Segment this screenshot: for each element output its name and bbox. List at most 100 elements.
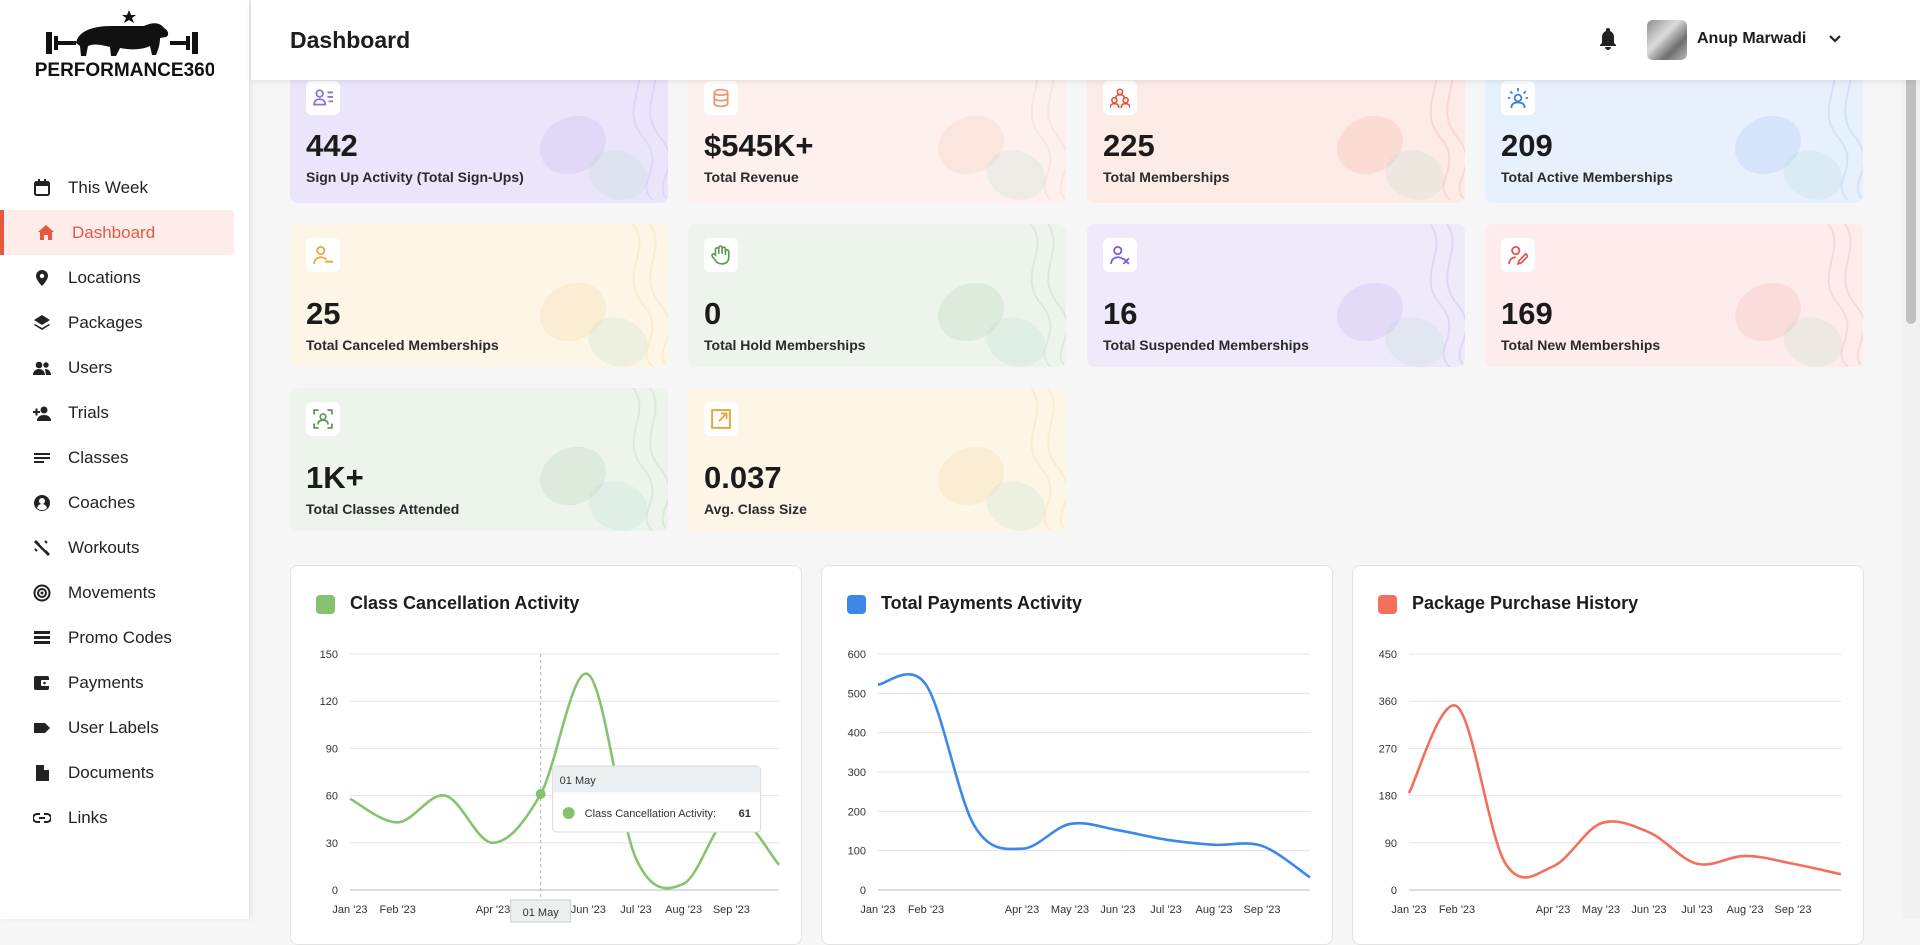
y-tick-label: 450 <box>1379 649 1397 661</box>
sidebar-item-label: Promo Codes <box>68 627 172 647</box>
scrollbar-thumb[interactable] <box>1906 62 1916 324</box>
sidebar-item-classes[interactable]: Classes <box>0 435 250 480</box>
chart-panel: Package Purchase History 0 90 180 270 360 450 J… <box>1352 565 1864 945</box>
stat-card[interactable]: 0 Total Hold Memberships <box>688 224 1066 367</box>
card-decoration <box>539 388 668 531</box>
sidebar-item-links[interactable]: Links <box>0 795 250 840</box>
performance360-logo[interactable]: PERFORMANCE360 <box>36 10 214 80</box>
card-decoration <box>937 388 1066 531</box>
y-tick-label: 60 <box>326 791 338 803</box>
scan-user-icon <box>306 402 340 436</box>
chart-panel: Total Payments Activity 0 100 200 300 400 500 6… <box>821 565 1333 945</box>
y-tick-label: 30 <box>326 838 338 850</box>
chart-plot[interactable]: 0 30 60 90 120 150 Jan '23 Feb '23 Apr '23 Jun '2… <box>291 566 802 945</box>
sidebar-item-label: Users <box>68 357 113 377</box>
x-tick-label: Jul '23 <box>1681 904 1712 916</box>
user-minus-icon <box>306 238 340 272</box>
x-tick-label: Apr '23 <box>1005 904 1040 916</box>
sidebar-item-dashboard[interactable]: Dashboard <box>0 210 234 255</box>
label-icon <box>33 719 51 737</box>
x-tick-label: Apr '23 <box>1536 904 1571 916</box>
calendar-icon <box>33 178 51 197</box>
sidebar-item-label: Locations <box>68 267 141 287</box>
stat-value: 225 <box>1103 128 1155 163</box>
active-user-icon <box>1501 81 1535 115</box>
user-avatar[interactable] <box>1647 20 1687 60</box>
y-tick-label: 600 <box>848 649 866 661</box>
sidebar-item-trials[interactable]: Trials <box>0 390 250 435</box>
tooltip-value: 61 <box>739 808 751 820</box>
x-tick-label: May '23 <box>1051 904 1089 916</box>
link-icon <box>33 809 51 827</box>
x-tick-label: Feb '23 <box>1439 904 1475 916</box>
y-tick-label: 90 <box>326 743 338 755</box>
sidebar-item-locations[interactable]: Locations <box>0 255 250 300</box>
highlighted-point[interactable] <box>535 789 546 800</box>
sidebar-item-user-labels[interactable]: User Labels <box>0 705 250 750</box>
x-tick-label: Sep '23 <box>1775 904 1812 916</box>
dumbbell-icon <box>33 539 51 557</box>
sidebar-nav: This Week Dashboard Locations Packages Users… <box>0 165 250 840</box>
stat-value: 169 <box>1501 296 1553 331</box>
stat-label: Total New Memberships <box>1501 337 1661 353</box>
stat-card[interactable]: 1K+ Total Classes Attended <box>290 388 668 531</box>
user-name[interactable]: Anup Marwadi <box>1697 30 1806 48</box>
coins-icon <box>704 81 738 115</box>
stat-label: Total Suspended Memberships <box>1103 337 1309 353</box>
layers-icon <box>33 314 51 332</box>
tooltip-date: 01 May <box>560 775 597 787</box>
stat-card[interactable]: 169 Total New Memberships <box>1485 224 1863 367</box>
sidebar-item-label: Links <box>68 807 108 827</box>
wallet-icon <box>33 674 51 692</box>
chart-plot[interactable]: 0 90 180 270 360 450 Jan '23 Feb '23 Apr '23 May … <box>1353 566 1864 945</box>
y-tick-label: 120 <box>320 696 338 708</box>
sidebar-item-workouts[interactable]: Workouts <box>0 525 250 570</box>
home-icon <box>37 224 55 242</box>
sidebar-item-this-week[interactable]: This Week <box>0 165 250 210</box>
list-icon <box>33 449 51 467</box>
x-tick-label: Aug '23 <box>1727 904 1764 916</box>
sidebar-item-label: User Labels <box>68 717 159 737</box>
y-tick-label: 360 <box>1379 696 1397 708</box>
sidebar-item-label: Workouts <box>68 537 140 557</box>
sidebar-item-users[interactable]: Users <box>0 345 250 390</box>
notification-bell-icon[interactable] <box>1599 28 1617 50</box>
y-tick-label: 500 <box>848 688 866 700</box>
sidebar-item-label: Trials <box>68 402 109 422</box>
stat-card[interactable]: 16 Total Suspended Memberships <box>1087 224 1465 367</box>
user-edit-icon <box>1501 238 1535 272</box>
x-tick-label: Jun '23 <box>571 904 606 916</box>
chevron-down-icon[interactable] <box>1828 32 1842 46</box>
sidebar-item-payments[interactable]: Payments <box>0 660 250 705</box>
series-line[interactable] <box>877 672 1311 879</box>
document-icon <box>33 764 51 782</box>
group-icon <box>1103 81 1137 115</box>
series-line[interactable] <box>1407 704 1842 879</box>
stat-card[interactable]: 0.037 Avg. Class Size <box>688 388 1066 531</box>
sidebar-item-packages[interactable]: Packages <box>0 300 250 345</box>
sidebar-item-movements[interactable]: Movements <box>0 570 250 615</box>
stat-card[interactable]: 25 Total Canceled Memberships <box>290 224 668 367</box>
stat-label: Total Classes Attended <box>306 501 460 517</box>
sidebar-item-documents[interactable]: Documents <box>0 750 250 795</box>
x-tick-label: Jan '23 <box>860 904 895 916</box>
stat-label: Total Active Memberships <box>1501 169 1673 185</box>
sidebar-item-promo-codes[interactable]: Promo Codes <box>0 615 250 660</box>
y-tick-label: 270 <box>1379 743 1397 755</box>
x-tick-label: Jan '23 <box>1391 904 1426 916</box>
sidebar-item-label: Payments <box>68 672 144 692</box>
stat-value: 209 <box>1501 128 1553 163</box>
expand-icon <box>704 402 738 436</box>
x-tick-label: May '23 <box>1582 904 1620 916</box>
y-tick-label: 0 <box>1391 885 1397 897</box>
stat-value: $545K+ <box>704 128 814 163</box>
sidebar: PERFORMANCE360 This Week Dashboard Locatio… <box>0 0 250 919</box>
stat-value: 25 <box>306 296 341 331</box>
y-tick-label: 400 <box>848 728 866 740</box>
x-tick-label: Jun '23 <box>1100 904 1135 916</box>
y-tick-label: 0 <box>860 885 866 897</box>
chart-plot[interactable]: 0 100 200 300 400 500 600 Jan '23 Feb '23 Apr '23… <box>822 566 1333 945</box>
sidebar-item-coaches[interactable]: Coaches <box>0 480 250 525</box>
user-list-icon <box>306 81 340 115</box>
x-tick-label: Jun '23 <box>1631 904 1666 916</box>
